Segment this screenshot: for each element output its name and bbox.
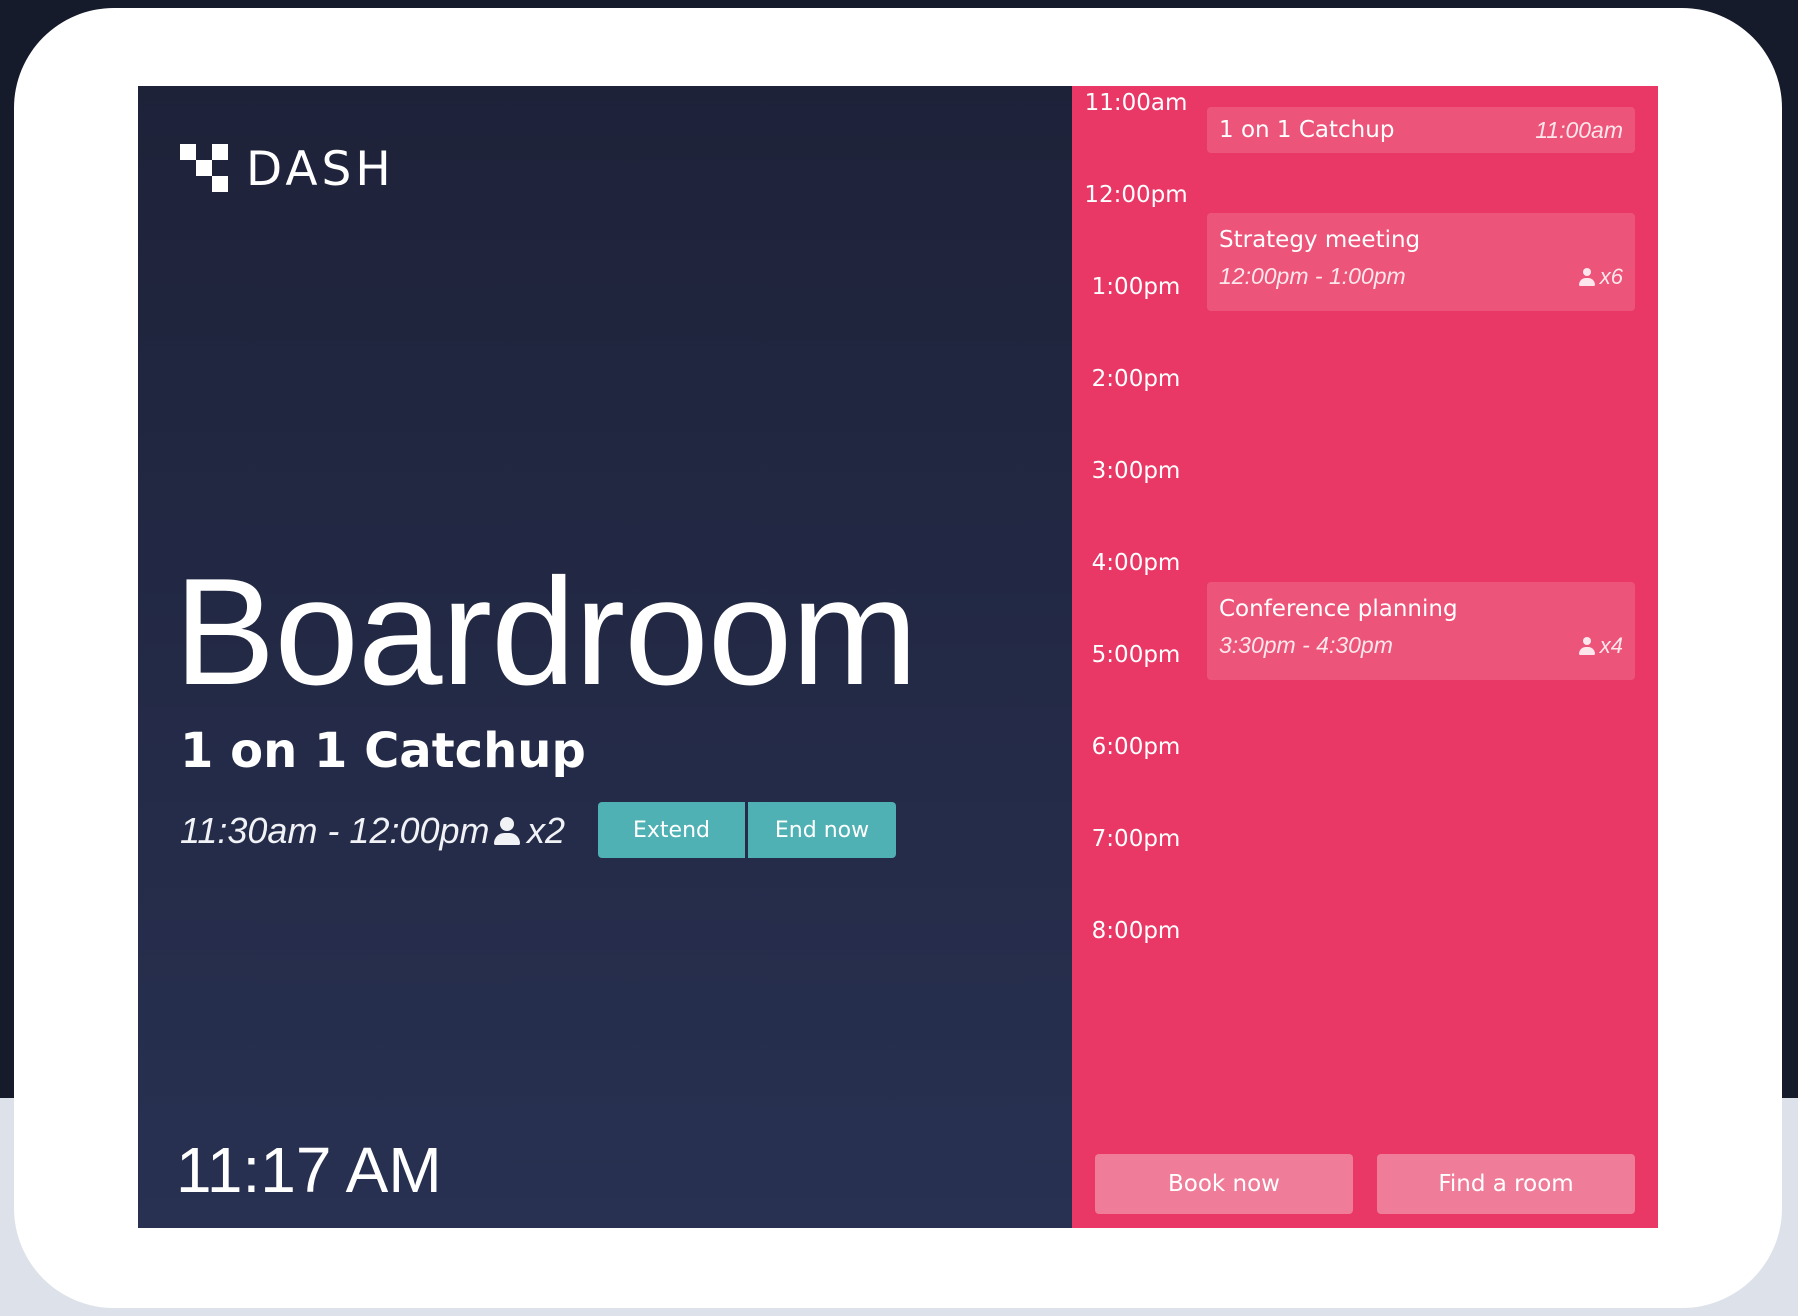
tablet-frame: DASH Boardroom 1 on 1 Catchup 11:30am - … [14, 8, 1782, 1308]
meeting-actions: Extend End now [598, 802, 896, 858]
hour-label: 12:00pm [1084, 182, 1188, 208]
event-details: 12:00pm - 1:00pm x6 [1219, 263, 1623, 290]
person-icon [1578, 636, 1596, 655]
hour-label: 11:00am [1084, 90, 1188, 116]
hour-label: 4:00pm [1091, 550, 1181, 576]
event-attendee-count-value: x4 [1599, 632, 1623, 658]
attendee-count-value: x2 [527, 810, 566, 851]
room-display-screen: DASH Boardroom 1 on 1 Catchup 11:30am - … [138, 86, 1658, 1228]
hour-label: 5:00pm [1091, 642, 1181, 668]
person-icon [1578, 267, 1596, 286]
current-meeting-details: 11:30am - 12:00pm x2 Extend End now [180, 802, 1060, 860]
event-time: 12:00pm - 1:00pm [1219, 263, 1406, 289]
schedule-panel: 11:00am 12:00pm 1:00pm 2:00pm 3:00pm 4:0… [1072, 86, 1658, 1228]
event-time: 3:30pm - 4:30pm [1219, 632, 1393, 658]
schedule-event[interactable]: Strategy meeting 12:00pm - 1:00pm x6 [1207, 213, 1635, 311]
extend-button[interactable]: Extend [598, 802, 745, 858]
event-details: 3:30pm - 4:30pm x4 [1219, 632, 1623, 659]
attendee-count: x2 [493, 810, 565, 852]
event-title: 1 on 1 Catchup [1219, 117, 1395, 143]
room-status-panel: DASH Boardroom 1 on 1 Catchup 11:30am - … [138, 86, 1072, 1228]
book-now-button[interactable]: Book now [1095, 1154, 1353, 1214]
hour-label: 3:00pm [1091, 458, 1181, 484]
end-now-button[interactable]: End now [748, 802, 896, 858]
hour-label: 7:00pm [1091, 826, 1181, 852]
event-time: 11:00am [1535, 116, 1623, 143]
find-a-room-button[interactable]: Find a room [1377, 1154, 1635, 1214]
schedule-event[interactable]: Conference planning 3:30pm - 4:30pm x4 [1207, 582, 1635, 680]
event-attendee-count: x4 [1578, 633, 1623, 659]
event-attendee-count: x6 [1578, 264, 1623, 290]
room-name: Boardroom [174, 547, 918, 717]
event-title: Conference planning [1219, 596, 1458, 622]
person-icon [493, 816, 521, 846]
schedule-event[interactable]: 1 on 1 Catchup 11:00am [1207, 107, 1635, 153]
event-title: Strategy meeting [1219, 227, 1421, 253]
hour-label: 6:00pm [1091, 734, 1181, 760]
current-time: 11:17 AM [176, 1134, 442, 1206]
event-attendee-count-value: x6 [1599, 263, 1623, 289]
hour-label: 8:00pm [1091, 918, 1181, 944]
dash-logo-icon [180, 144, 230, 194]
current-meeting-time: 11:30am - 12:00pm [180, 810, 490, 851]
brand-logo: DASH [180, 144, 395, 194]
hour-label: 1:00pm [1091, 274, 1181, 300]
current-meeting-title: 1 on 1 Catchup [180, 723, 586, 779]
hour-label: 2:00pm [1091, 366, 1181, 392]
brand-name: DASH [246, 141, 395, 197]
